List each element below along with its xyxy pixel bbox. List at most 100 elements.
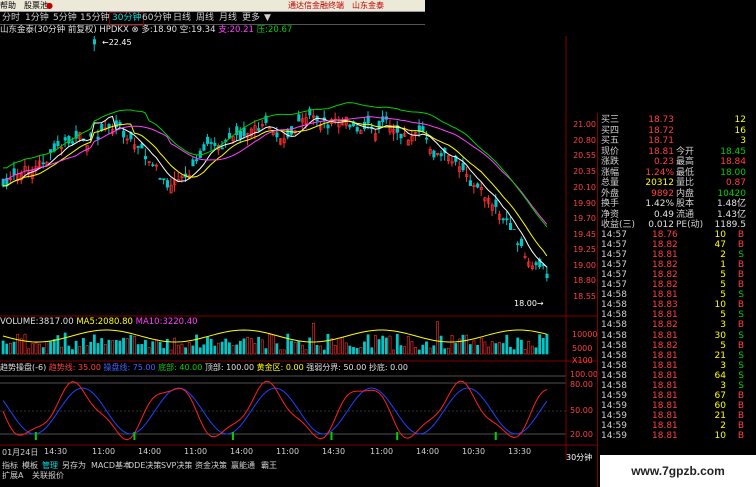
- candle-body: [505, 218, 509, 221]
- tick-time: 14:59: [601, 410, 627, 421]
- tab-5min[interactable]: 5分钟: [51, 12, 79, 24]
- tick-volume: 3: [720, 360, 726, 371]
- candle-body: [151, 164, 155, 167]
- quote-value: 0.49: [653, 209, 674, 220]
- volume-bar: [406, 336, 410, 355]
- btab-saveas[interactable]: 另存为: [62, 461, 86, 470]
- tab-60min[interactable]: 60分钟: [140, 12, 173, 24]
- candle-body: [165, 180, 170, 188]
- quote-row: 净资 0.49 流通 1.43亿: [598, 210, 748, 220]
- btab-fund[interactable]: 资金决策: [195, 461, 227, 470]
- volume-bar: [85, 345, 89, 355]
- tick-volume: 2: [720, 250, 726, 261]
- osc-op: 操盘线: 75.00: [103, 363, 156, 372]
- candle-body: [476, 183, 480, 188]
- price-tick: 19.25: [573, 245, 596, 254]
- zhi-value: 20.21: [229, 25, 254, 35]
- volume-bar: [417, 349, 421, 355]
- tick-time: 14:58: [601, 350, 627, 361]
- volume-bar: [38, 343, 42, 355]
- chart-area[interactable]: [0, 36, 597, 459]
- kong-value: 19.34: [191, 25, 216, 35]
- ad-link-terminal[interactable]: 通达信金融终端: [288, 0, 344, 11]
- quote-value2: 1.43亿: [716, 209, 746, 220]
- btab-svp[interactable]: SVP决策: [161, 461, 192, 470]
- tick-side: B: [737, 410, 744, 421]
- ya-value: 20.67: [268, 25, 293, 35]
- tab-daily[interactable]: 日线: [171, 12, 193, 24]
- btab-bawang[interactable]: 霸王: [261, 461, 277, 470]
- price-tick: 18.55: [573, 292, 596, 301]
- tick-price: 18.81: [652, 330, 678, 341]
- kong-label: 空:: [179, 25, 192, 35]
- tick-volume: 21: [714, 350, 726, 361]
- volume-bar: [92, 334, 96, 355]
- volume-bar: [363, 341, 366, 355]
- tab-monthly[interactable]: 月线: [217, 12, 239, 24]
- tab-more[interactable]: 更多: [240, 12, 262, 24]
- volume-bar: [490, 341, 494, 355]
- tab-15min[interactable]: 15分钟: [78, 12, 111, 24]
- volume-bar: [322, 349, 326, 355]
- volume-bar: [377, 339, 381, 355]
- tick-price: 18.81: [652, 431, 678, 441]
- quote-label2: 最低: [676, 167, 695, 178]
- volume-bar: [461, 334, 465, 355]
- volume-bar: [304, 349, 308, 355]
- btab-related[interactable]: 关联报价: [32, 471, 64, 480]
- quote-row: 外盘 9892 内盘 10420: [598, 189, 748, 199]
- tick-time: 14:59: [601, 390, 627, 401]
- volume-bar: [381, 335, 385, 355]
- btab-template[interactable]: 模板: [22, 461, 38, 470]
- quote-value2: 16: [734, 125, 746, 136]
- candle-body: [158, 178, 162, 180]
- indicator-settings-icon[interactable]: ⊗: [132, 25, 139, 35]
- tick-side: B: [737, 260, 744, 271]
- volume-bar: [140, 344, 144, 355]
- menu-help[interactable]: 帮助: [0, 0, 16, 11]
- quote-row: 涨幅 1.24% 最低 18.00: [598, 168, 748, 178]
- volume-bar: [494, 343, 498, 355]
- ad-link-stock[interactable]: 山东金泰: [352, 0, 384, 11]
- quote-label2: 流通: [676, 209, 695, 220]
- time-tick: 11:00: [276, 447, 300, 456]
- quote-value2: 18.45: [720, 146, 746, 157]
- tick-price: 18.81: [652, 360, 678, 371]
- btab-expand[interactable]: 扩展A: [2, 471, 23, 480]
- osc-signal-bar: [231, 432, 234, 440]
- osc-red-line: [2, 380, 548, 441]
- tick-price: 18.82: [652, 260, 678, 271]
- volume-bar: [443, 348, 447, 355]
- quote-value2: 12: [734, 115, 746, 125]
- btab-indicator[interactable]: 指标: [2, 461, 18, 470]
- volume-bar: [395, 333, 399, 355]
- tick-price: 18.82: [652, 280, 678, 291]
- tick-volume: 10: [714, 230, 726, 240]
- indicator-name[interactable]: HPDKX: [99, 25, 128, 35]
- btab-dde[interactable]: DDE决策: [128, 461, 161, 470]
- volume-bar: [421, 344, 425, 355]
- quote-label: 买四: [601, 125, 620, 136]
- candle-body: [206, 136, 210, 144]
- price-tick: 19.45: [573, 230, 596, 239]
- osc-tick: 100.00: [570, 370, 598, 379]
- quote-label2: 股本: [676, 199, 695, 209]
- tick-side: S: [738, 310, 744, 321]
- osc-bottom: 底部: 40.00: [158, 363, 203, 372]
- ma20-line: [2, 116, 548, 225]
- tab-weekly[interactable]: 周线: [194, 12, 216, 24]
- volume-bar: [63, 332, 67, 355]
- vol-tick: 10000: [572, 330, 598, 339]
- stock-pool-icon: ●: [46, 1, 53, 10]
- btab-yingneng[interactable]: 赢能通: [231, 461, 255, 470]
- menu-stock-pool[interactable]: 股票池: [24, 0, 48, 11]
- volume-bar: [238, 340, 242, 355]
- osc-tick: 20.00: [570, 430, 593, 439]
- tab-1min[interactable]: 1分钟: [23, 12, 51, 24]
- more-dropdown-icon[interactable]: ▼: [262, 12, 273, 24]
- btab-macd[interactable]: MACD基本: [91, 461, 131, 470]
- tick-price: 18.82: [652, 270, 678, 281]
- osc-signal-bar: [133, 432, 136, 440]
- btab-manage[interactable]: 管理: [42, 461, 58, 470]
- tab-fenshi[interactable]: 分时: [0, 12, 22, 24]
